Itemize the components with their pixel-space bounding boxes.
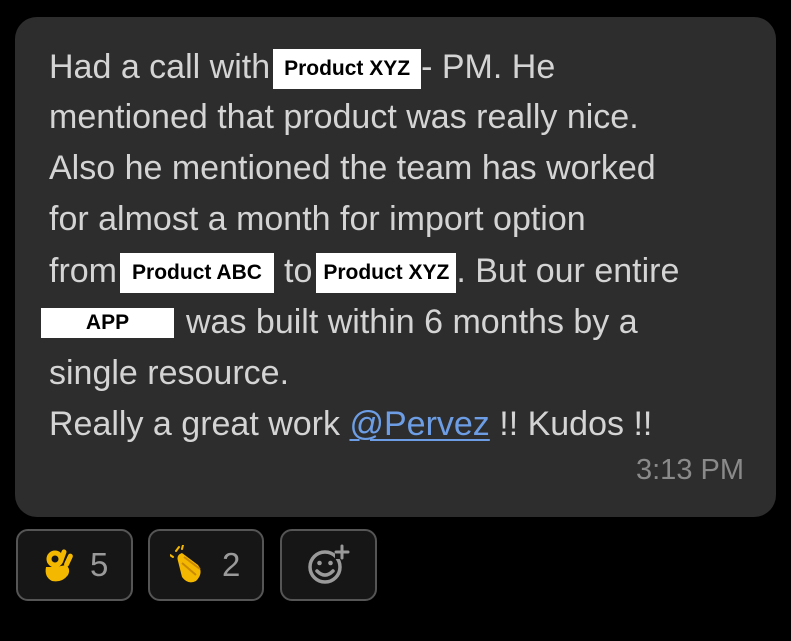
redacted-label: Product ABC bbox=[120, 253, 274, 293]
message-text: - PM. He bbox=[421, 48, 556, 86]
message-line: APP was built within 6 months by a bbox=[41, 302, 638, 342]
add-reaction-icon bbox=[307, 544, 349, 584]
message-line: single resource. bbox=[49, 354, 290, 392]
reaction-count: 5 bbox=[90, 546, 109, 583]
redacted-label: Product XYZ bbox=[273, 49, 422, 89]
message-text: was built within 6 months by a bbox=[186, 303, 638, 341]
add-reaction-button[interactable] bbox=[280, 529, 377, 601]
message-line: Really a great work @Pervez !! Kudos !! bbox=[49, 404, 652, 444]
message-line: Had a call with Product XYZ - PM. He bbox=[49, 47, 555, 92]
reaction-ok-hand[interactable]: 5 bbox=[16, 529, 133, 601]
message-bubble[interactable]: Had a call with Product XYZ - PM. He menti… bbox=[15, 17, 776, 517]
message-line: Also he mentioned the team has worked bbox=[49, 149, 656, 187]
ok-hand-icon bbox=[45, 549, 73, 582]
redacted-label: APP bbox=[41, 308, 174, 338]
message-line: from Product ABC to Product XYZ. But our en… bbox=[49, 251, 679, 296]
reaction-clapping-hands[interactable]: 2 bbox=[148, 529, 264, 601]
message-text: from bbox=[49, 252, 117, 290]
message-text: Really a great work bbox=[49, 405, 350, 443]
message-line: mentioned that product was really nice. bbox=[49, 98, 639, 136]
reaction-count: 2 bbox=[222, 546, 241, 583]
message-text: to bbox=[284, 252, 313, 290]
message-text: . But our entire bbox=[456, 252, 680, 290]
user-mention-link[interactable]: @Pervez bbox=[349, 405, 489, 443]
message-line: for almost a month for import option bbox=[49, 200, 586, 238]
message-text: Had a call with bbox=[49, 48, 271, 86]
redacted-label: Product XYZ bbox=[316, 253, 457, 293]
message-text: !! Kudos !! bbox=[489, 405, 653, 443]
message-timestamp: 3:13 PM bbox=[636, 454, 744, 486]
clapping-hands-icon bbox=[170, 545, 201, 583]
